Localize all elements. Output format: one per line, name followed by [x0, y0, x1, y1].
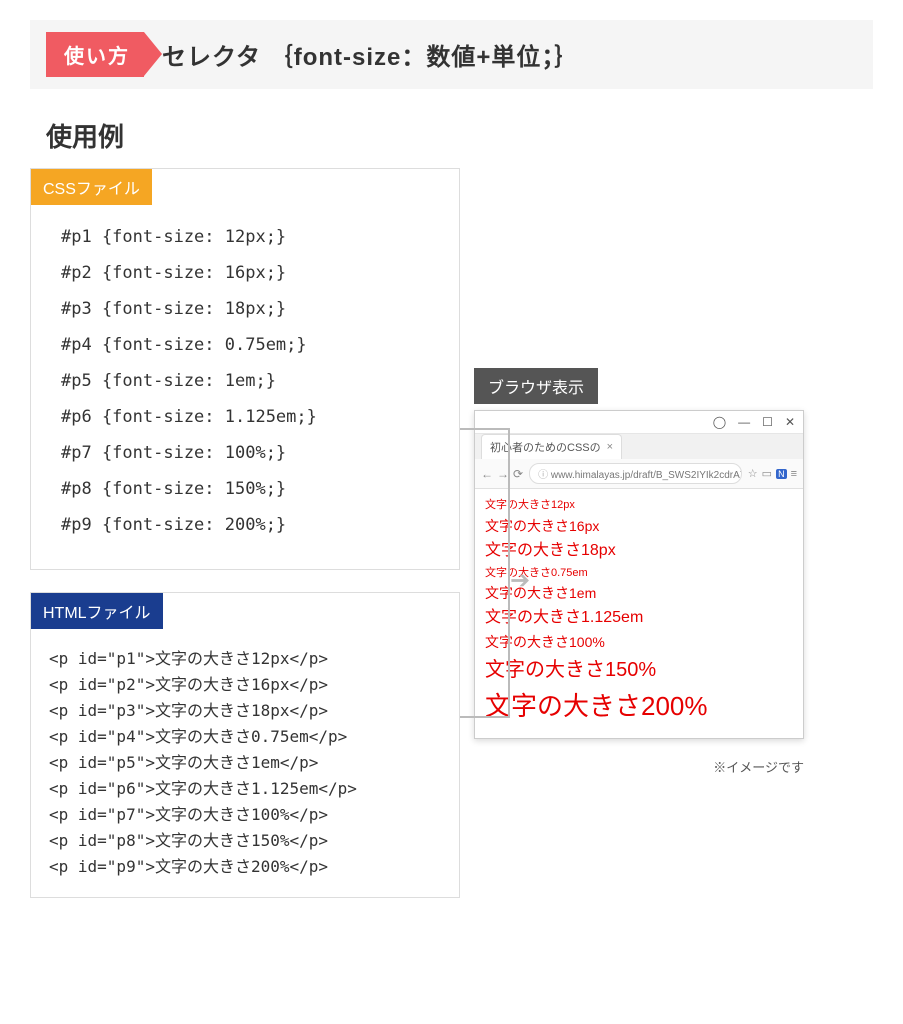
- reload-icon[interactable]: ⟳: [513, 467, 523, 481]
- css-panel: CSSファイル #p1 {font-size: 12px;} #p2 {font-…: [30, 168, 460, 570]
- arrow-right-icon: ➔: [510, 566, 530, 595]
- rendered-text-line: 文字の大きさ1.125em: [485, 606, 793, 630]
- close-icon[interactable]: ✕: [785, 415, 795, 429]
- usage-badge: 使い方: [46, 32, 144, 77]
- bookmark-icon[interactable]: ▭: [762, 467, 772, 480]
- browser-label: ブラウザ表示: [474, 368, 598, 404]
- html-line: <p id="p8">文字の大きさ150%</p>: [49, 827, 441, 851]
- css-line: #p6 {font-size: 1.125em;}: [61, 407, 441, 427]
- browser-titlebar: ◯ — ☐ ✕: [475, 411, 803, 434]
- usage-syntax: セレクタ ｛font-size：数値+単位；｝: [162, 37, 579, 72]
- connector-line: [460, 428, 510, 718]
- html-line: <p id="p5">文字の大きさ1em</p>: [49, 749, 441, 773]
- usage-bar: 使い方 セレクタ ｛font-size：数値+単位；｝: [30, 20, 873, 89]
- example-heading: 使用例: [46, 117, 873, 154]
- css-line: #p3 {font-size: 18px;}: [61, 299, 441, 319]
- tab-close-icon[interactable]: ×: [607, 441, 613, 453]
- rendered-text-line: 文字の大きさ150%: [485, 655, 793, 685]
- rendered-text-line: 文字の大きさ200%: [485, 687, 793, 726]
- html-line: <p id="p3">文字の大きさ18px</p>: [49, 697, 441, 721]
- html-code-block: <p id="p1">文字の大きさ12px</p><p id="p2">文字の大…: [31, 629, 459, 897]
- css-line: #p8 {font-size: 150%;}: [61, 479, 441, 499]
- browser-content: 文字の大きさ12px 文字の大きさ16px文字の大きさ18px 文字の大きさ0.75…: [475, 489, 803, 738]
- css-code-block: #p1 {font-size: 12px;} #p2 {font-size: 16…: [31, 205, 459, 569]
- minimize-icon[interactable]: —: [738, 415, 750, 429]
- css-line: #p4 {font-size: 0.75em;}: [61, 335, 441, 355]
- css-line: #p5 {font-size: 1em;}: [61, 371, 441, 391]
- html-line: <p id="p4">文字の大きさ0.75em</p>: [49, 723, 441, 747]
- browser-tabstrip: 初心者のためのCSSの ×: [475, 434, 803, 459]
- rendered-text-line: 文字の大きさ100%: [485, 632, 793, 653]
- html-line: <p id="p1">文字の大きさ12px</p>: [49, 645, 441, 669]
- html-line: <p id="p9">文字の大きさ200%</p>: [49, 853, 441, 877]
- rendered-text-line: 文字の大きさ18px: [485, 539, 793, 563]
- rendered-text-line: 文字の大きさ0.75em: [485, 565, 793, 582]
- html-line: <p id="p6">文字の大きさ1.125em</p>: [49, 775, 441, 799]
- css-line: #p9 {font-size: 200%;}: [61, 515, 441, 535]
- css-line: #p1 {font-size: 12px;}: [61, 227, 441, 247]
- browser-urlbar: ← → ⟳ ⓘ www.himalayas.jp/draft/B_SWS2IYI…: [475, 459, 803, 489]
- url-input[interactable]: ⓘ www.himalayas.jp/draft/B_SWS2IYIk2cdrA…: [529, 463, 742, 484]
- html-line: <p id="p7">文字の大きさ100%</p>: [49, 801, 441, 825]
- css-panel-title: CSSファイル: [31, 169, 152, 205]
- menu-icon[interactable]: ≡: [791, 468, 797, 480]
- rendered-text-line: 文字の大きさ16px: [485, 516, 793, 537]
- html-line: <p id="p2">文字の大きさ16px</p>: [49, 671, 441, 695]
- css-line: #p7 {font-size: 100%;}: [61, 443, 441, 463]
- rendered-text-line: 文字の大きさ1em: [485, 583, 793, 604]
- star-icon[interactable]: ☆: [748, 467, 758, 480]
- html-panel: HTMLファイル <p id="p1">文字の大きさ12px</p><p id=…: [30, 592, 460, 898]
- image-caption: ※イメージです: [474, 757, 804, 776]
- new-badge-icon: N: [776, 469, 787, 479]
- css-line: #p2 {font-size: 16px;}: [61, 263, 441, 283]
- maximize-icon[interactable]: ☐: [762, 415, 773, 429]
- html-panel-title: HTMLファイル: [31, 593, 163, 629]
- user-icon: ◯: [713, 415, 726, 429]
- rendered-text-line: 文字の大きさ12px: [485, 497, 793, 514]
